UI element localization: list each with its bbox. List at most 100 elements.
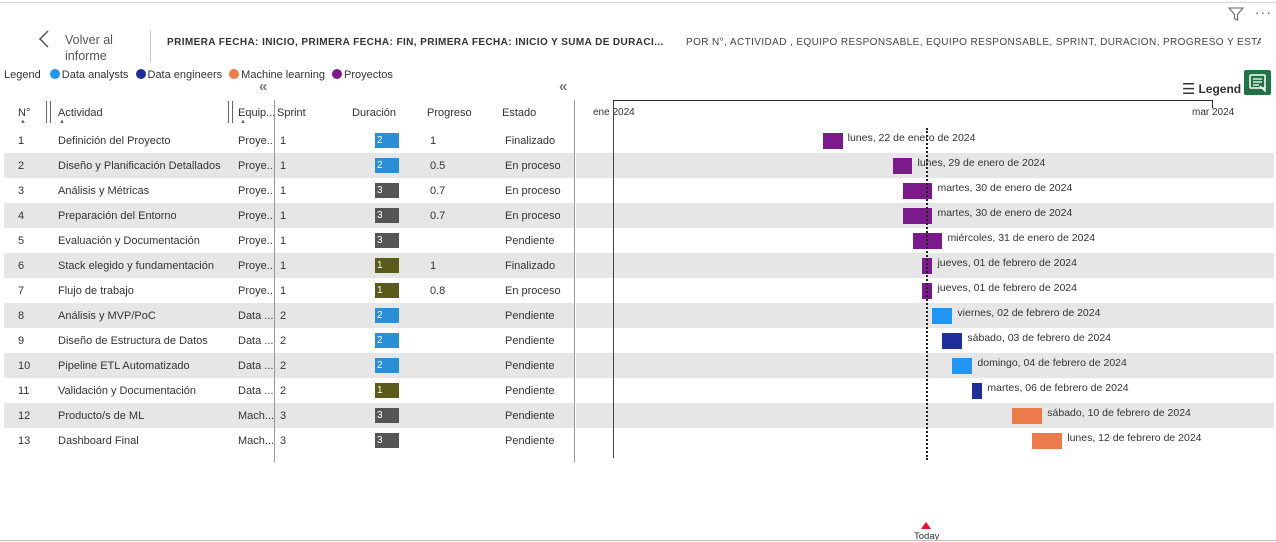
table-row[interactable]: 13 Dashboard Final Mach... 3 Pendiente 3	[4, 428, 574, 453]
cell-actividad: Análisis y Métricas	[58, 185, 150, 197]
gantt-row: sábado, 03 de febrero de 2024	[576, 328, 1274, 353]
visual-title-secondary: POR N°, ACTIVIDAD , EQUIPO RESPONSABLE, …	[686, 37, 1261, 48]
cell-equipo: Data ...	[238, 335, 274, 347]
cell-estado: En proceso	[505, 185, 561, 197]
sort-ascending-icon: ▲	[240, 119, 246, 125]
cell-sprint: 3	[280, 435, 287, 447]
cell-num: 6	[18, 260, 25, 272]
gantt-bar[interactable]	[972, 383, 983, 399]
column-header-actividad[interactable]: Actividad	[58, 107, 228, 119]
back-label: Volver al informe	[65, 33, 113, 63]
legend-item[interactable]: Proyectos	[332, 69, 393, 81]
cell-num: 12	[18, 410, 31, 422]
table-row[interactable]: 5 Evaluación y Documentación Proye... 1 Pend…	[4, 228, 574, 253]
gantt-bar[interactable]	[952, 358, 973, 374]
duration-badge: 1	[375, 383, 399, 398]
legend-title: Legend	[4, 69, 41, 81]
column-header-sprint[interactable]: Sprint	[277, 107, 306, 119]
gantt-bar[interactable]	[932, 308, 953, 324]
cell-sprint: 1	[280, 235, 287, 247]
cell-sprint: 2	[280, 335, 287, 347]
cell-num: 13	[18, 435, 31, 447]
gantt-bar-label: martes, 06 de febrero de 2024	[987, 382, 1129, 394]
duration-badge: 3	[375, 233, 399, 248]
double-chevron-left-icon[interactable]: «	[259, 78, 267, 95]
column-header-duracion[interactable]: Duración	[352, 107, 396, 119]
column-header-estado[interactable]: Estado	[502, 107, 536, 119]
gantt-row: lunes, 29 de enero de 2024	[576, 153, 1274, 178]
cell-estado: Finalizado	[505, 135, 556, 147]
cell-estado: Pendiente	[505, 335, 555, 347]
column-resize-handle[interactable]	[228, 101, 233, 123]
cell-num: 2	[18, 160, 25, 172]
cell-estado: En proceso	[505, 285, 561, 297]
cell-sprint: 2	[280, 385, 287, 397]
table-row[interactable]: 3 Análisis y Métricas Proye... 1 0.7 En proce…	[4, 178, 574, 203]
gantt-row: jueves, 01 de febrero de 2024	[576, 278, 1274, 303]
duration-badge: 2	[375, 158, 399, 173]
table-row[interactable]: 1 Definición del Proyecto Proye... 1 1 Finali…	[4, 128, 574, 153]
table-row[interactable]: 4 Preparación del Entorno Proye... 1 0.7 En p…	[4, 203, 574, 228]
gantt-row: martes, 06 de febrero de 2024	[576, 378, 1274, 403]
cell-equipo: Proye...	[238, 260, 274, 272]
table-row[interactable]: 8 Análisis y MVP/PoC Data ... 2 Pendiente 2	[4, 303, 574, 328]
duration-badge: 1	[375, 283, 399, 298]
gantt-bar-label: martes, 30 de enero de 2024	[937, 207, 1073, 219]
cell-num: 7	[18, 285, 25, 297]
table-row[interactable]: 2 Diseño y Planificación Detallados Proye.…	[4, 153, 574, 178]
today-marker-icon	[921, 522, 931, 529]
cell-actividad: Definición del Proyecto	[58, 135, 171, 147]
gantt-row: viernes, 02 de febrero de 2024	[576, 303, 1274, 328]
column-divider	[574, 100, 575, 462]
gantt-legend-button[interactable]: ☰ Legend	[1182, 80, 1241, 98]
gantt-row: martes, 30 de enero de 2024	[576, 178, 1274, 203]
cell-estado: Pendiente	[505, 235, 555, 247]
header-separator	[150, 30, 151, 62]
legend-item[interactable]: Data analysts	[49, 69, 128, 81]
back-to-report-button[interactable]: Volver al informe	[38, 30, 138, 66]
gantt-bar-label: martes, 30 de enero de 2024	[937, 182, 1073, 194]
cell-progreso: 0.7	[430, 210, 446, 222]
cell-equipo: Mach...	[238, 435, 274, 447]
double-chevron-left-icon[interactable]: «	[559, 78, 567, 95]
more-options-icon[interactable]: ···	[1255, 4, 1272, 20]
table-row[interactable]: 12 Producto/s de ML Mach... 3 Pendiente 3	[4, 403, 574, 428]
table-row[interactable]: 11 Validación y Documentación Data ... 2 Pen…	[4, 378, 574, 403]
duration-badge: 1	[375, 258, 399, 273]
column-header-progreso[interactable]: Progreso	[427, 107, 472, 119]
table-row[interactable]: 6 Stack elegido y fundamentación Proye... 1…	[4, 253, 574, 278]
duration-badge: 3	[375, 433, 399, 448]
chevron-left-icon	[38, 30, 50, 51]
cell-progreso: 1	[430, 260, 437, 272]
timeline-axis	[613, 100, 1213, 101]
gantt-bar-label: jueves, 01 de febrero de 2024	[937, 282, 1077, 294]
gantt-bar-label: miércoles, 31 de enero de 2024	[947, 232, 1096, 244]
cell-num: 3	[18, 185, 25, 197]
cell-sprint: 1	[280, 285, 287, 297]
gantt-bar[interactable]	[1032, 433, 1063, 449]
duration-badge: 3	[375, 408, 399, 423]
gantt-bar[interactable]	[942, 333, 963, 349]
column-resize-handle[interactable]	[46, 101, 51, 123]
gantt-row: miércoles, 31 de enero de 2024	[576, 228, 1274, 253]
cell-num: 9	[18, 335, 25, 347]
cell-estado: Pendiente	[505, 310, 555, 322]
table-row[interactable]: 10 Pipeline ETL Automatizado Data ... 2 Pend…	[4, 353, 574, 378]
column-header-equipo[interactable]: Equip...	[238, 107, 274, 119]
duration-badge: 3	[375, 183, 399, 198]
gantt-bar[interactable]	[1012, 408, 1043, 424]
gantt-bar[interactable]	[892, 158, 913, 174]
filter-icon[interactable]	[1227, 6, 1245, 26]
sort-ascending-icon: ▲	[20, 119, 26, 125]
column-header-num[interactable]: N°	[18, 107, 30, 119]
cell-equipo: Proye...	[238, 210, 274, 222]
cell-progreso: 0.7	[430, 185, 446, 197]
duration-badge: 3	[375, 208, 399, 223]
export-to-excel-icon[interactable]	[1244, 70, 1271, 95]
legend-item[interactable]: Data engineers	[135, 69, 222, 81]
gantt-bar[interactable]	[822, 133, 843, 149]
legend: Legend Data analysts Data engineers Mach…	[4, 69, 393, 81]
table-row[interactable]: 7 Flujo de trabajo Proye... 1 0.8 En proceso 1	[4, 278, 574, 303]
table-row[interactable]: 9 Diseño de Estructura de Datos Data ... 2 P…	[4, 328, 574, 353]
legend-item[interactable]: Machine learning	[229, 69, 325, 81]
